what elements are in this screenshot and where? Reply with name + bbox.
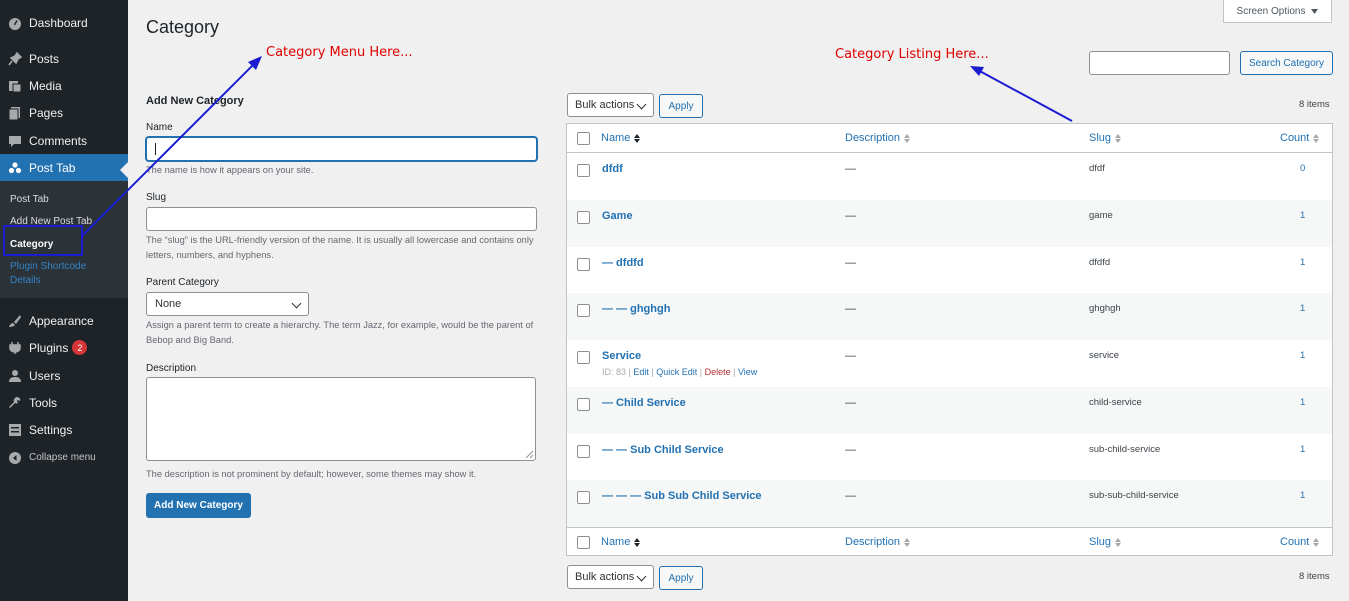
annotation-arrow-right xyxy=(975,68,1073,122)
annotation-arrows xyxy=(81,56,1073,237)
annotation-arrow-left xyxy=(81,59,259,237)
annotation-arrowhead-right xyxy=(970,66,984,76)
